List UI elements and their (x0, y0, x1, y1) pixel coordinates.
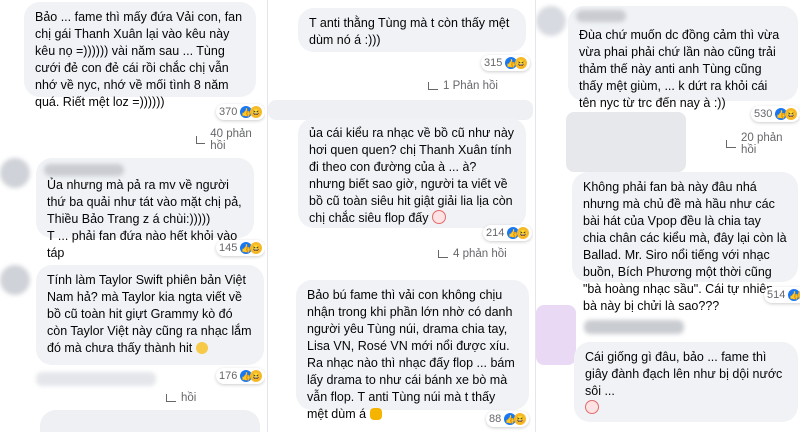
comment-bubble[interactable]: Cái giống gì đâu, bảo ... fame thì giây … (574, 342, 798, 422)
comment-bubble[interactable]: Bảo bú fame thì vải con không chịu nhận … (296, 280, 529, 421)
haha-icon: 😆 (250, 242, 263, 254)
reply-arrow-icon (196, 136, 206, 144)
comment-bubble[interactable]: T anti thằng Tùng mà t còn thấy mệt dùm … (298, 8, 526, 52)
replies-link[interactable]: 4 phản hồi (438, 248, 507, 260)
comment-highlight (268, 100, 533, 120)
comment-text: Cái giống gì đâu, bảo ... fame thì giây … (585, 349, 787, 417)
reaction-count[interactable]: 176 👍 😆 (216, 368, 265, 384)
commenter-name[interactable] (36, 372, 156, 386)
reply-arrow-icon (438, 250, 448, 258)
comment-text: Ủa nhưng mà pả ra mv về người thứ ba quả… (47, 178, 242, 260)
avatar[interactable] (0, 265, 30, 295)
replies-link[interactable]: 1 Phản hồi (428, 80, 498, 92)
comment-column-3: Đùa chứ muốn dc đồng cảm thì vừa vừa pha… (535, 0, 800, 432)
comment-highlight (536, 305, 576, 365)
reaction-count[interactable]: 88 👍 😆 (486, 411, 530, 427)
comment-bubble[interactable]: ủa cái kiểu ra nhạc về bồ cũ như này hơi… (298, 118, 526, 228)
haha-icon: 😆 (517, 227, 530, 239)
avatar[interactable] (0, 158, 30, 188)
reaction-count[interactable]: 370 👍 😆 (216, 104, 265, 120)
comment-highlight (566, 112, 686, 172)
reply-arrow-icon (166, 394, 176, 402)
comment-text: Tính làm Taylor Swift phiên bản Việt Nam… (47, 273, 252, 355)
comment-bubble[interactable]: Không phải fan bà này đâu nhá nhưng mà c… (572, 172, 798, 313)
replies-link[interactable]: 40 phản hồi (196, 128, 265, 152)
avatar[interactable] (536, 6, 566, 36)
commenter-name[interactable] (576, 10, 626, 22)
comment-bubble[interactable]: Bảo ... fame thì mấy đứa Vải con, fan ch… (24, 2, 256, 109)
comment-text: Đùa chứ muốn dc đồng cảm thì vừa vừa pha… (579, 28, 780, 110)
replies-link[interactable]: hồi (166, 392, 196, 404)
haha-icon: 😆 (250, 106, 263, 118)
commenter-name[interactable] (584, 320, 684, 334)
reply-arrow-icon (428, 82, 438, 90)
reaction-count[interactable]: 530 👍 😆 (751, 106, 800, 122)
haha-icon: 😆 (250, 370, 263, 382)
clown-emoji (432, 210, 446, 224)
hand-emoji (369, 408, 382, 420)
comment-bubble[interactable]: Tính làm Taylor Swift phiên bản Việt Nam… (36, 265, 264, 365)
reaction-count[interactable]: 145 👍 😆 (216, 240, 265, 256)
commenter-name[interactable] (44, 164, 124, 176)
smile-emoji (195, 342, 208, 354)
comment-bubble[interactable]: Đùa chứ muốn dc đồng cảm thì vừa vừa pha… (568, 6, 798, 110)
comment-bubble[interactable]: Ủa nhưng mà pả ra mv về người thứ ba quả… (36, 158, 254, 260)
comment-text: Bảo bú fame thì vải con không chịu nhận … (307, 288, 515, 421)
comment-text: Không phải fan bà này đâu nhá nhưng mà c… (583, 180, 787, 313)
comment-column-1: Bảo ... fame thì mấy đứa Vải con, fan ch… (0, 0, 265, 432)
comment-column-2: T anti thằng Tùng mà t còn thấy mệt dùm … (267, 0, 533, 432)
clown-emoji (585, 400, 599, 414)
haha-icon: 😆 (785, 108, 798, 120)
replies-link[interactable]: 20 phản hồi (726, 132, 800, 156)
comment-bubble[interactable] (40, 410, 260, 432)
comment-text: ủa cái kiểu ra nhạc về bồ cũ như này hơi… (309, 126, 515, 225)
comment-text: T anti thằng Tùng mà t còn thấy mệt dùm … (309, 16, 510, 47)
comment-text: Bảo ... fame thì mấy đứa Vải con, fan ch… (35, 10, 243, 109)
reaction-count[interactable]: 214 👍 😆 (483, 225, 533, 241)
reaction-count[interactable]: 315 👍 😆 (481, 55, 531, 71)
haha-icon: 😆 (515, 57, 528, 69)
reaction-count[interactable]: 514 👍 😆 (764, 287, 800, 303)
haha-icon: 😆 (514, 413, 527, 425)
reply-arrow-icon (726, 140, 736, 148)
